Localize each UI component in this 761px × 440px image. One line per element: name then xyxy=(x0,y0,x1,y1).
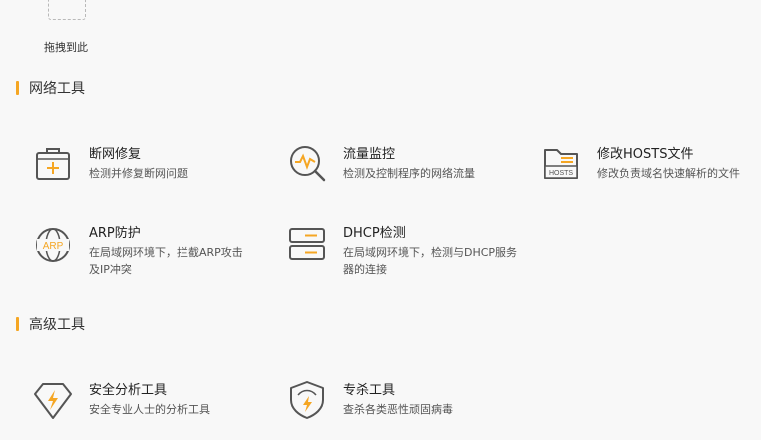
section-accent-bar xyxy=(16,81,19,95)
drop-target-box[interactable] xyxy=(48,0,86,20)
server-icon xyxy=(287,223,327,263)
tool-virus-killer[interactable]: 专杀工具 查杀各类恶性顽固病毒 xyxy=(287,380,517,440)
tool-description: 在局域网环境下，检测与DHCP服务器的连接 xyxy=(343,246,518,276)
tool-description: 安全专业人士的分析工具 xyxy=(89,403,210,416)
tool-name: ARP防护 xyxy=(89,226,141,241)
section-accent-bar xyxy=(16,317,19,331)
tool-name: DHCP检测 xyxy=(343,226,406,241)
section-header-network: 网络工具 xyxy=(16,78,85,98)
svg-text:HOSTS: HOSTS xyxy=(549,170,573,177)
tool-security-analysis[interactable]: 安全分析工具 安全专业人士的分析工具 xyxy=(33,380,263,440)
traffic-monitor-icon xyxy=(287,144,327,184)
tool-network-repair[interactable]: 断网修复 检测并修复断网问题 xyxy=(33,144,263,204)
section-header-advanced: 高级工具 xyxy=(16,314,85,334)
svg-text:ARP: ARP xyxy=(43,241,64,252)
section-title-network: 网络工具 xyxy=(29,81,85,97)
tool-description: 查杀各类恶性顽固病毒 xyxy=(343,403,453,416)
tool-dhcp-check[interactable]: DHCP检测 在局域网环境下，检测与DHCP服务器的连接 xyxy=(287,223,517,283)
tool-name: 安全分析工具 xyxy=(89,383,168,398)
tool-description: 在局域网环境下，拦截ARP攻击及IP冲突 xyxy=(89,246,243,276)
hosts-folder-icon: HOSTS xyxy=(541,144,581,184)
drop-zone-label: 拖拽到此 xyxy=(44,41,88,54)
first-aid-kit-icon xyxy=(33,144,73,184)
section-title-advanced: 高级工具 xyxy=(29,317,85,333)
tool-arp-protection[interactable]: ARP ARP防护 在局域网环境下，拦截ARP攻击及IP冲突 xyxy=(33,223,263,283)
tool-traffic-monitor[interactable]: 流量监控 检测及控制程序的网络流量 xyxy=(287,144,517,204)
tool-name: 修改HOSTS文件 xyxy=(597,147,694,162)
arp-globe-icon: ARP xyxy=(33,223,73,263)
tool-edit-hosts[interactable]: HOSTS 修改HOSTS文件 修改负责域名快速解析的文件 xyxy=(541,144,759,204)
tool-description: 检测及控制程序的网络流量 xyxy=(343,167,475,180)
tool-name: 专杀工具 xyxy=(343,383,396,398)
tool-name: 断网修复 xyxy=(89,147,142,162)
diamond-bolt-icon xyxy=(33,380,73,420)
tool-description: 检测并修复断网问题 xyxy=(89,167,188,180)
tool-description: 修改负责域名快速解析的文件 xyxy=(597,167,740,180)
tool-name: 流量监控 xyxy=(343,147,396,162)
drop-zone[interactable]: 拖拽到此 xyxy=(0,0,140,60)
shield-bolt-icon xyxy=(287,380,327,420)
